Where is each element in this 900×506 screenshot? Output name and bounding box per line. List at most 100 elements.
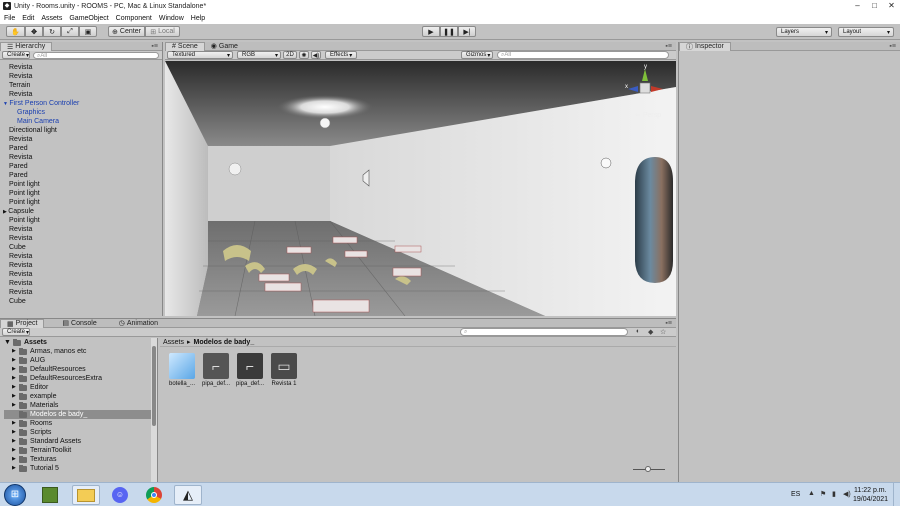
tree-scrollbar-thumb[interactable] bbox=[152, 346, 156, 426]
expand-arrow-icon[interactable]: ▶ bbox=[12, 383, 19, 392]
menu-edit[interactable]: Edit bbox=[22, 15, 34, 22]
folder-item[interactable]: ▶ Texturas bbox=[4, 455, 157, 464]
panel-menu-icon[interactable]: ▪≡ bbox=[665, 43, 672, 50]
maximize-button[interactable]: □ bbox=[866, 0, 883, 12]
tray-flag-icon[interactable]: ⚑ bbox=[820, 490, 826, 498]
shading-dropdown[interactable]: Textured ▾ bbox=[167, 51, 233, 59]
hierarchy-item[interactable]: Point light bbox=[0, 198, 162, 207]
hierarchy-item[interactable]: Terrain bbox=[0, 81, 162, 90]
folder-item[interactable]: ▶ DefaultResourcesExtra bbox=[4, 374, 157, 383]
hierarchy-item[interactable]: ▼ First Person Controller bbox=[0, 99, 162, 108]
folder-item[interactable]: ▶ Materials bbox=[4, 401, 157, 410]
hierarchy-item[interactable]: Pared bbox=[0, 162, 162, 171]
menu-assets[interactable]: Assets bbox=[41, 15, 62, 22]
asset-item[interactable]: ⌐ pipa_def... bbox=[236, 353, 264, 387]
hierarchy-item[interactable]: Revista bbox=[0, 279, 162, 288]
tab-animation[interactable]: ◷ Animation bbox=[113, 319, 164, 328]
render-mode-dropdown[interactable]: RGB ▾ bbox=[237, 51, 281, 59]
audio-toggle[interactable]: ◀) bbox=[311, 51, 321, 59]
view-gizmo[interactable]: y x bbox=[625, 64, 665, 105]
rotate-tool-button[interactable]: ↻ bbox=[43, 26, 61, 37]
folder-item[interactable]: ▶ TerrainToolkit bbox=[4, 446, 157, 455]
taskbar-minecraft[interactable] bbox=[36, 485, 64, 505]
folder-item[interactable]: ▶ Rooms bbox=[4, 419, 157, 428]
hierarchy-item[interactable]: Main Camera bbox=[0, 117, 162, 126]
pivot-center-button[interactable]: ⊕ Center bbox=[108, 26, 145, 37]
hierarchy-item[interactable]: Revista bbox=[0, 225, 162, 234]
hierarchy-item[interactable]: Revista bbox=[0, 234, 162, 243]
hierarchy-create-dropdown[interactable]: Create ▾ bbox=[2, 51, 30, 59]
expand-arrow-icon[interactable]: ▶ bbox=[12, 455, 19, 464]
filter-type-icon[interactable]: ◐ bbox=[636, 328, 640, 335]
clock-date[interactable]: 19/04/2021 bbox=[853, 496, 888, 503]
close-button[interactable]: ✕ bbox=[883, 0, 900, 12]
hierarchy-search-input[interactable]: ⌕All bbox=[33, 51, 159, 59]
asset-item[interactable]: ⌐ pipa_def... bbox=[202, 353, 230, 387]
start-button[interactable]: ⊞ bbox=[4, 484, 26, 506]
tab-project[interactable]: ▦ Project bbox=[0, 318, 45, 328]
persp-label[interactable]: ⇐ Persp bbox=[635, 111, 661, 119]
menu-component[interactable]: Component bbox=[116, 15, 152, 22]
expand-arrow-icon[interactable]: ▶ bbox=[12, 365, 19, 374]
mode-2d-button[interactable]: 2D bbox=[283, 51, 297, 59]
folder-item[interactable]: ▶ DefaultResources bbox=[4, 365, 157, 374]
panel-menu-icon[interactable]: ▪≡ bbox=[151, 43, 158, 50]
taskbar-chrome[interactable] bbox=[140, 485, 168, 505]
tab-scene[interactable]: # Scene bbox=[165, 41, 205, 51]
hierarchy-item[interactable]: Revista bbox=[0, 270, 162, 279]
favorite-icon[interactable]: ☆ bbox=[660, 328, 666, 336]
scene-search-input[interactable]: ⌕All bbox=[497, 51, 669, 59]
menu-gameobject[interactable]: GameObject bbox=[69, 15, 108, 22]
breadcrumb-root[interactable]: Assets bbox=[163, 339, 184, 346]
folder-item[interactable]: ▶ Standard Assets bbox=[4, 437, 157, 446]
layout-dropdown[interactable]: Layout ▾ bbox=[838, 27, 894, 37]
tab-inspector[interactable]: ⓘ Inspector bbox=[679, 41, 731, 51]
lighting-toggle[interactable]: ✺ bbox=[299, 51, 309, 59]
hierarchy-item[interactable]: Point light bbox=[0, 216, 162, 225]
menu-help[interactable]: Help bbox=[191, 15, 205, 22]
hierarchy-item[interactable]: Revista bbox=[0, 135, 162, 144]
hierarchy-item[interactable]: Pared bbox=[0, 171, 162, 180]
expand-arrow-icon[interactable]: ▶ bbox=[12, 428, 19, 437]
hierarchy-item[interactable]: Point light bbox=[0, 189, 162, 198]
move-tool-button[interactable]: ✥ bbox=[25, 26, 43, 37]
panel-menu-icon[interactable]: ▪≡ bbox=[665, 320, 672, 327]
pause-button[interactable]: ❚❚ bbox=[440, 26, 458, 37]
hierarchy-item[interactable]: Revista bbox=[0, 288, 162, 297]
tray-volume-icon[interactable]: ◀) bbox=[843, 490, 851, 498]
panel-menu-icon[interactable]: ▪≡ bbox=[889, 43, 896, 50]
hand-tool-button[interactable]: ✋ bbox=[6, 26, 25, 37]
show-desktop-button[interactable] bbox=[893, 483, 900, 506]
tab-game[interactable]: ◉ Game bbox=[205, 42, 244, 51]
tree-scrollbar[interactable] bbox=[151, 338, 157, 482]
hierarchy-item[interactable]: ▶ Capsule bbox=[0, 207, 162, 216]
scene-viewport[interactable]: y x ⇐ Persp bbox=[165, 61, 676, 316]
folder-item[interactable]: Modelos de bady_ bbox=[4, 410, 157, 419]
expand-arrow-icon[interactable]: ▶ bbox=[12, 419, 19, 428]
hierarchy-item[interactable]: Revista bbox=[0, 63, 162, 72]
hierarchy-item[interactable]: Pared bbox=[0, 144, 162, 153]
project-create-dropdown[interactable]: Create ▾ bbox=[2, 328, 30, 336]
expand-arrow-icon[interactable]: ▶ bbox=[12, 392, 19, 401]
effects-dropdown[interactable]: Effects ▾ bbox=[325, 51, 357, 59]
tab-console[interactable]: ▤ Console bbox=[56, 319, 102, 328]
taskbar-explorer[interactable] bbox=[72, 485, 100, 505]
hierarchy-item[interactable]: Point light bbox=[0, 180, 162, 189]
space-local-button[interactable]: ⊞ Local bbox=[145, 26, 180, 37]
folder-item[interactable]: ▶ Armas, manos etc bbox=[4, 347, 157, 356]
language-indicator[interactable]: ES bbox=[791, 491, 800, 498]
gizmos-dropdown[interactable]: Gizmos ▾ bbox=[461, 51, 493, 59]
minimize-button[interactable]: – bbox=[849, 0, 866, 12]
hierarchy-item[interactable]: Cube bbox=[0, 243, 162, 252]
asset-item[interactable]: ▭ Revista 1 bbox=[270, 353, 298, 387]
asset-item[interactable]: botella_... bbox=[168, 353, 196, 387]
folder-item[interactable]: ▶ Scripts bbox=[4, 428, 157, 437]
folder-item[interactable]: ▶ example bbox=[4, 392, 157, 401]
play-button[interactable]: ▶ bbox=[422, 26, 440, 37]
expand-arrow-icon[interactable]: ▶ bbox=[12, 374, 19, 383]
project-search-input[interactable]: ⌕ bbox=[460, 328, 628, 336]
expand-arrow-icon[interactable]: ▶ bbox=[12, 347, 19, 356]
menu-window[interactable]: Window bbox=[159, 15, 184, 22]
folder-item[interactable]: ▶ Editor bbox=[4, 383, 157, 392]
hierarchy-item[interactable]: Revista bbox=[0, 153, 162, 162]
